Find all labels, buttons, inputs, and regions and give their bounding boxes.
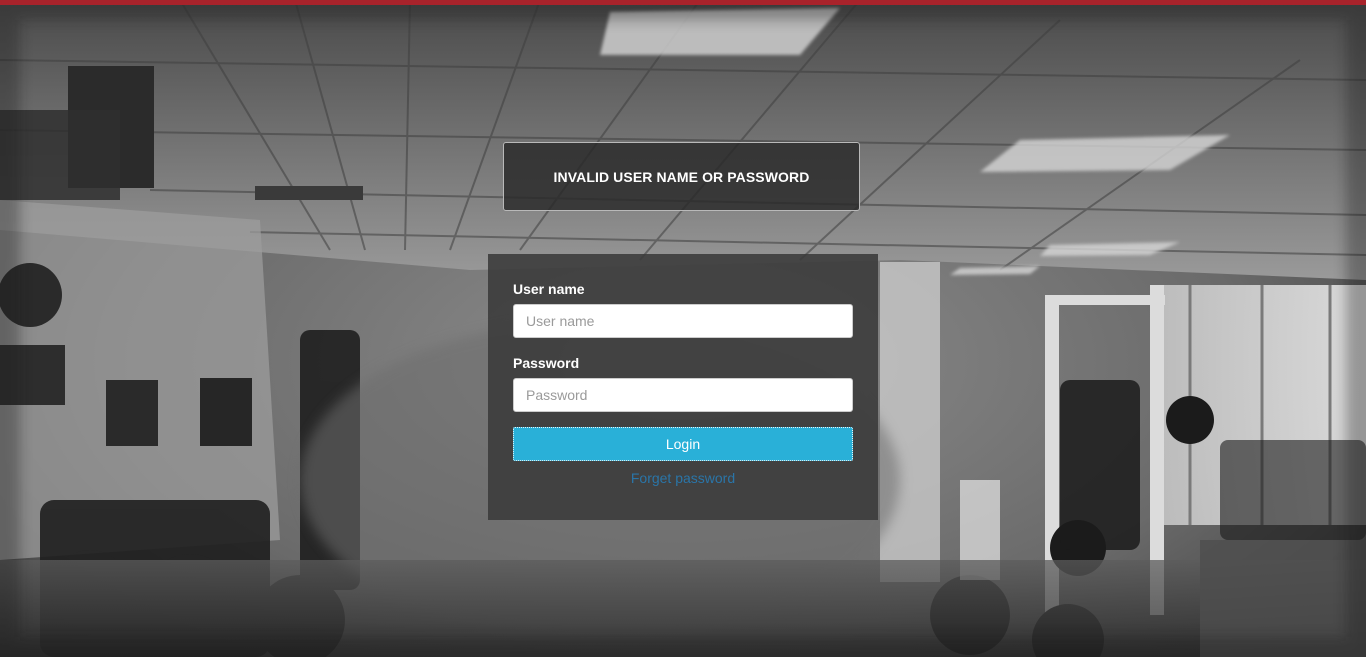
error-message: INVALID USER NAME OR PASSWORD <box>553 168 810 185</box>
login-form: User name Password Login Forget password <box>488 254 878 520</box>
forgot-password-link[interactable]: Forget password <box>488 470 878 486</box>
login-page: INVALID USER NAME OR PASSWORD User name … <box>0 0 1366 657</box>
password-label: Password <box>513 355 580 371</box>
brand-top-stripe <box>0 0 1366 5</box>
username-label: User name <box>513 281 585 297</box>
login-button[interactable]: Login <box>513 427 853 461</box>
password-input[interactable] <box>513 378 853 412</box>
error-alert: INVALID USER NAME OR PASSWORD <box>503 142 860 211</box>
username-input[interactable] <box>513 304 853 338</box>
